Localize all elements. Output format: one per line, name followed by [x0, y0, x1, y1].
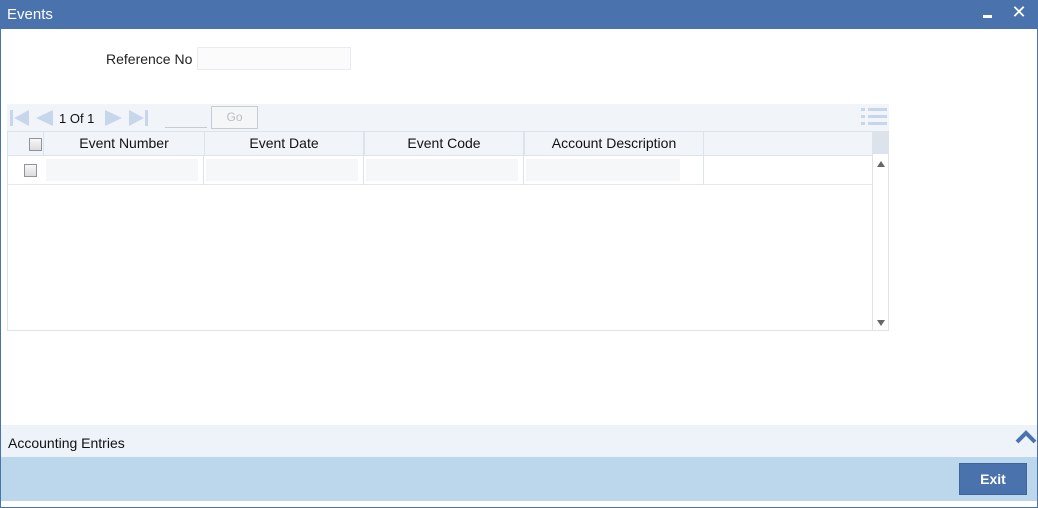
scrollbar-header: [873, 132, 889, 154]
reference-no-label: Reference No: [106, 51, 193, 67]
reference-no-input[interactable]: [197, 47, 351, 70]
accounting-entries-bar: Accounting Entries: [1, 425, 1037, 457]
events-grid: Event Number Event Date Event Code Accou…: [7, 131, 889, 331]
column-divider: [203, 156, 204, 185]
column-event-number[interactable]: Event Number: [44, 132, 204, 155]
close-icon[interactable]: ✕: [1009, 1, 1029, 23]
column-divider: [703, 156, 704, 185]
event-number-cell[interactable]: [46, 159, 198, 181]
next-page-icon[interactable]: [103, 109, 125, 127]
title-bar: Events ✕: [1, 1, 1037, 29]
page-number-input[interactable]: [165, 106, 207, 128]
select-all-checkbox[interactable]: [29, 138, 42, 151]
pager-toolbar: 1 Of 1 Go: [7, 104, 889, 131]
row-select-checkbox[interactable]: [24, 164, 37, 177]
column-account-description[interactable]: Account Description: [524, 132, 704, 155]
scroll-down-icon[interactable]: [877, 320, 885, 326]
event-code-cell[interactable]: [366, 159, 518, 181]
column-event-code[interactable]: Event Code: [364, 132, 524, 155]
event-date-cell[interactable]: [206, 159, 358, 181]
go-button[interactable]: Go: [211, 106, 258, 129]
grid-scrollbar[interactable]: [872, 132, 889, 330]
bottom-strip: [1, 501, 1037, 507]
last-page-icon[interactable]: [127, 109, 149, 127]
footer-bar: Exit: [1, 457, 1037, 501]
first-page-icon[interactable]: [9, 109, 31, 127]
grid-header: Event Number Event Date Event Code Accou…: [8, 132, 872, 156]
column-divider: [363, 156, 364, 185]
accounting-entries-link[interactable]: Accounting Entries: [8, 435, 125, 451]
select-all-cell: [8, 132, 44, 155]
previous-page-icon[interactable]: [33, 109, 55, 127]
events-window: Events ✕ Reference No 1 Of 1 Go Event Nu…: [0, 0, 1038, 508]
window-title: Events: [7, 6, 53, 23]
table-row: [8, 156, 872, 185]
chevron-up-icon[interactable]: [1015, 429, 1037, 445]
scroll-up-icon[interactable]: [877, 161, 885, 167]
minimize-icon[interactable]: [981, 5, 995, 23]
column-divider: [523, 156, 524, 185]
page-indicator: 1 Of 1: [59, 111, 95, 126]
grid-options-icon[interactable]: [861, 106, 887, 128]
column-event-date[interactable]: Event Date: [204, 132, 364, 155]
exit-button[interactable]: Exit: [959, 463, 1027, 495]
account-description-cell[interactable]: [526, 159, 680, 181]
